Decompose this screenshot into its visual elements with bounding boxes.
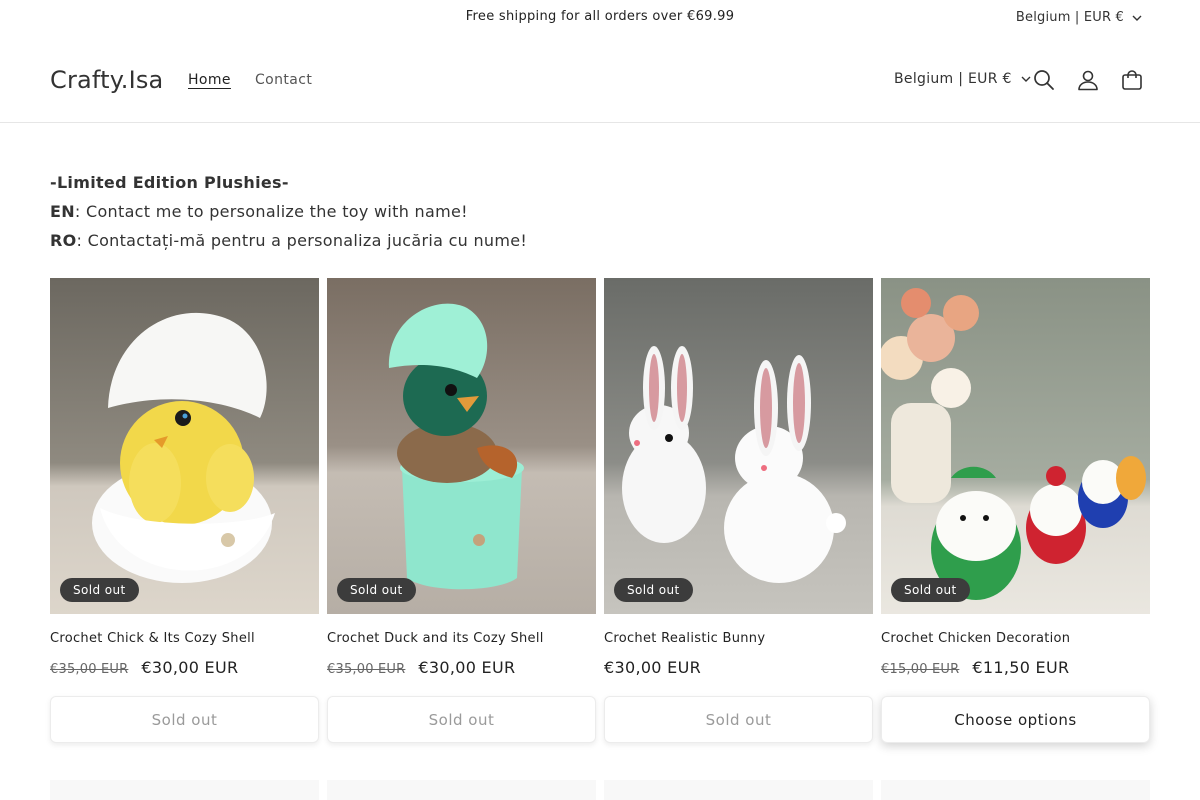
nav-link-home[interactable]: Home	[188, 72, 231, 88]
product-image-bunny[interactable]: Sold out	[604, 278, 873, 614]
product-title[interactable]: Crochet Duck and its Cozy Shell	[327, 631, 596, 646]
announcement-locale-label: Belgium | EUR €	[1015, 10, 1124, 25]
product-title[interactable]: Crochet Chick & Its Cozy Shell	[50, 631, 319, 646]
header-locale-label: Belgium | EUR €	[894, 71, 1012, 87]
sold-out-badge: Sold out	[60, 578, 139, 602]
price-regular: €30,00 EUR	[604, 658, 702, 677]
product-card-preview	[881, 780, 1150, 800]
sold-out-badge: Sold out	[891, 578, 970, 602]
price-regular: €15,00 EUR	[881, 662, 960, 677]
product-title[interactable]: Crochet Chicken Decoration	[881, 631, 1150, 646]
product-card[interactable]: Sold out Crochet Duck and its Cozy Shell…	[327, 278, 596, 743]
search-icon[interactable]	[1032, 68, 1056, 92]
product-grid: Sold out Crochet Chick & Its Cozy Shell …	[50, 278, 1150, 743]
cart-icon[interactable]	[1120, 68, 1144, 92]
price-sale: €30,00 EUR	[141, 658, 239, 677]
price-regular: €35,00 EUR	[327, 662, 406, 677]
main-nav: Home Contact	[188, 72, 312, 88]
intro-en-prefix: EN	[50, 202, 75, 221]
announcement-bar: Free shipping for all orders over €69.99…	[0, 0, 1200, 36]
price-sale: €11,50 EUR	[972, 658, 1070, 677]
sold-out-button[interactable]: Sold out	[604, 696, 873, 743]
product-card[interactable]: Sold out Crochet Chicken Decoration €15,…	[881, 278, 1150, 743]
product-card-preview	[327, 780, 596, 800]
product-price: €35,00 EUR €30,00 EUR	[327, 658, 596, 677]
sold-out-button[interactable]: Sold out	[50, 696, 319, 743]
product-image-duck[interactable]: Sold out	[327, 278, 596, 614]
announcement-locale-selector[interactable]: Belgium | EUR €	[1016, 10, 1142, 25]
account-icon[interactable]	[1076, 68, 1100, 92]
intro-en-text: : Contact me to personalize the toy with…	[74, 202, 468, 221]
price-sale: €30,00 EUR	[418, 658, 516, 677]
sold-out-badge: Sold out	[337, 578, 416, 602]
collection-description: -Limited Edition Plushies- EN: Contact m…	[50, 168, 527, 255]
choose-options-button[interactable]: Choose options	[881, 696, 1150, 743]
price-regular: €35,00 EUR	[50, 662, 129, 677]
chevron-down-icon	[1021, 76, 1031, 82]
intro-heading: -Limited Edition Plushies-	[50, 173, 289, 192]
chevron-down-icon	[1132, 15, 1142, 21]
header-locale-selector[interactable]: Belgium | EUR €	[894, 71, 1031, 87]
next-row-preview	[50, 780, 1150, 800]
product-price: €35,00 EUR €30,00 EUR	[50, 658, 319, 677]
product-card-preview	[604, 780, 873, 800]
intro-ro-text: : Contactați-mă pentru a personaliza juc…	[76, 231, 528, 250]
nav-link-contact[interactable]: Contact	[255, 72, 312, 88]
product-card-preview	[50, 780, 319, 800]
product-title[interactable]: Crochet Realistic Bunny	[604, 631, 873, 646]
intro-ro-prefix: RO	[50, 231, 77, 250]
sold-out-button[interactable]: Sold out	[327, 696, 596, 743]
product-image-chicken[interactable]: Sold out	[881, 278, 1150, 614]
site-logo[interactable]: Crafty.Isa	[50, 66, 163, 94]
sold-out-badge: Sold out	[614, 578, 693, 602]
product-card[interactable]: Sold out Crochet Chick & Its Cozy Shell …	[50, 278, 319, 743]
product-card[interactable]: Sold out Crochet Realistic Bunny €30,00 …	[604, 278, 873, 743]
site-header: Crafty.Isa Home Contact Belgium | EUR €	[0, 36, 1200, 123]
product-price: €15,00 EUR €11,50 EUR	[881, 658, 1150, 677]
product-image-chick[interactable]: Sold out	[50, 278, 319, 614]
product-price: €30,00 EUR	[604, 658, 873, 677]
